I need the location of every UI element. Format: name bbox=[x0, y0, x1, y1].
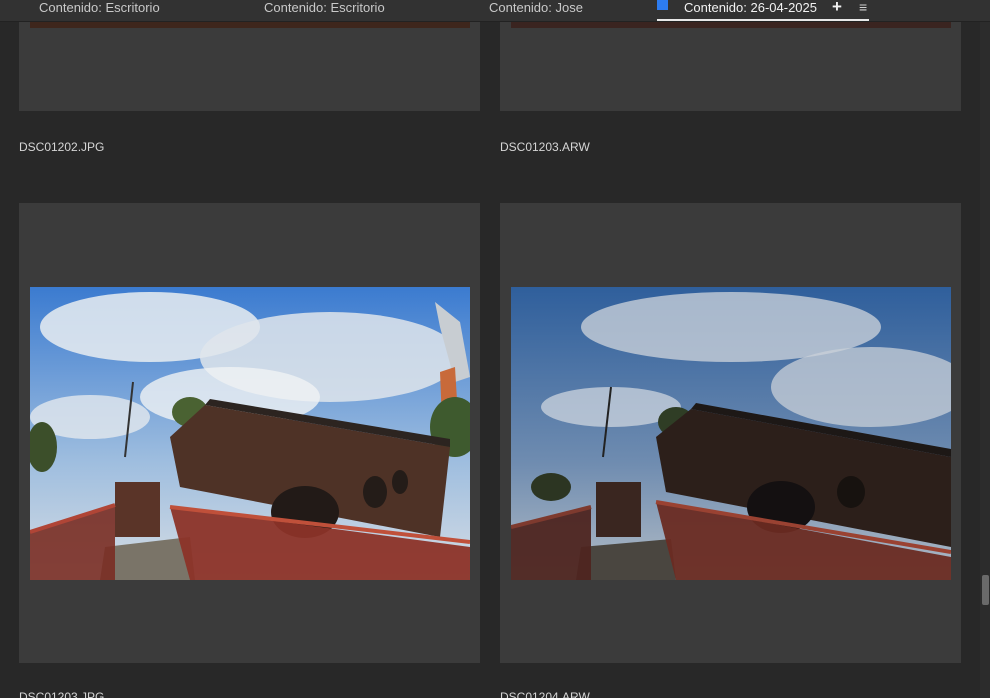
filename-label: DSC01204.ARW bbox=[500, 690, 590, 698]
tab-label: Contenido: 26-04-2025 bbox=[684, 0, 817, 15]
vertical-scrollbar[interactable] bbox=[980, 22, 990, 698]
thumbnail-card[interactable] bbox=[500, 22, 961, 111]
tab-contenido-jose[interactable]: Contenido: Jose bbox=[489, 0, 583, 21]
filename-label: DSC01202.JPG bbox=[19, 140, 105, 154]
content-grid: DSC01202.JPG DSC01203.ARW DSC01203.JPG D… bbox=[0, 22, 980, 698]
thumbnail-card[interactable] bbox=[19, 22, 480, 111]
tab-contenido-escritorio-1[interactable]: Contenido: Escritorio bbox=[39, 0, 160, 21]
scrollbar-thumb[interactable] bbox=[982, 575, 989, 605]
filename-label: DSC01203.JPG bbox=[19, 690, 105, 698]
tab-menu-icon[interactable]: ≡ bbox=[859, 0, 867, 15]
thumbnail-card[interactable] bbox=[500, 203, 961, 663]
photo-warm-thumbnail-icon bbox=[30, 22, 470, 28]
bridge-photo-thumbnail-icon bbox=[30, 287, 470, 580]
add-tab-icon[interactable]: + bbox=[832, 0, 842, 17]
filename-label: DSC01203.ARW bbox=[500, 140, 590, 154]
thumbnail-card[interactable] bbox=[19, 203, 480, 663]
tab-contenido-escritorio-2[interactable]: Contenido: Escritorio bbox=[264, 0, 385, 21]
tab-bar: Contenido: Escritorio Contenido: Escrito… bbox=[0, 0, 990, 22]
bridge-photo-dark-thumbnail-icon bbox=[511, 287, 951, 580]
photo-dark-thumbnail-icon bbox=[511, 22, 951, 28]
